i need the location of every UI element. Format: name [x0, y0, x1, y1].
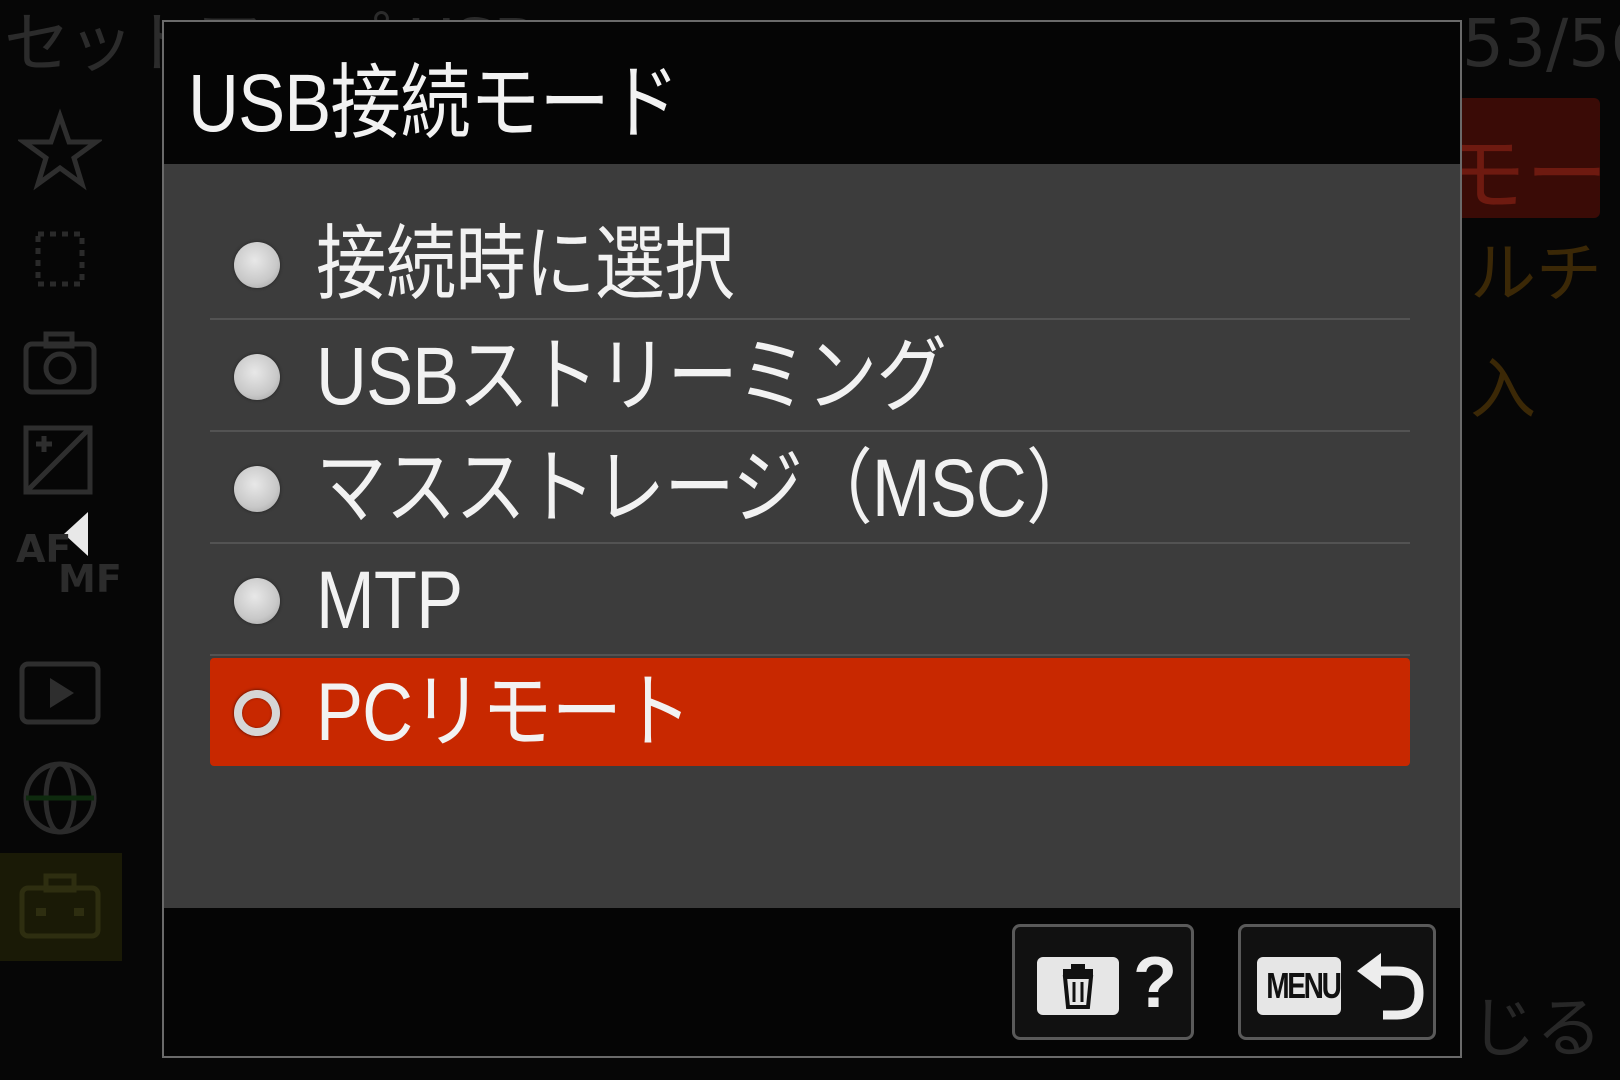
options-list: 接続時に選択 USBストリーミング マスストレージ（MSC） MTP PCリモー	[164, 164, 1460, 908]
camera-screen: セットアップ USB 53/56 モート ルチ 入 じる AFMF USB接続モ…	[0, 0, 1620, 1080]
option-mtp[interactable]: MTP	[210, 546, 1410, 656]
camera-icon	[18, 322, 102, 406]
network-globe-icon	[18, 756, 102, 840]
shooting-mode-icon	[18, 214, 102, 298]
background-page-indicator: 53/56	[1462, 5, 1620, 82]
divider	[210, 654, 1410, 656]
help-label: ?	[1133, 943, 1177, 1023]
help-button[interactable]: ?	[1012, 924, 1194, 1040]
option-label: USBストリーミング	[316, 331, 947, 422]
radio-button-icon[interactable]	[234, 578, 280, 624]
radio-button-icon[interactable]	[234, 242, 280, 288]
option-label: PCリモート	[316, 667, 692, 758]
option-label: 接続時に選択	[316, 219, 735, 310]
dialog-title: USB接続モード	[188, 58, 680, 149]
divider	[210, 430, 1410, 432]
divider	[210, 318, 1410, 320]
radio-button-icon[interactable]	[234, 466, 280, 512]
menu-label: MENU	[1266, 965, 1341, 1006]
option-pc-remote[interactable]: PCリモート	[210, 658, 1410, 766]
usb-connection-mode-dialog: USB接続モード 接続時に選択 USBストリーミング マスストレージ（MSC） …	[162, 20, 1462, 1058]
option-usb-streaming[interactable]: USBストリーミング	[210, 322, 1410, 432]
toolbox-icon	[18, 864, 102, 948]
exposure-icon	[18, 420, 102, 504]
star-icon	[16, 108, 104, 192]
background-close-hint: じる	[1470, 990, 1602, 1067]
radio-button-icon[interactable]	[234, 354, 280, 400]
radio-button-selected-icon[interactable]	[234, 690, 280, 736]
option-mass-storage[interactable]: マスストレージ（MSC）	[210, 434, 1410, 544]
background-menu-item: ルチ	[1470, 235, 1602, 312]
menu-back-button[interactable]: MENU	[1238, 924, 1436, 1040]
background-menu-item: 入	[1470, 351, 1536, 428]
option-label: MTP	[316, 555, 463, 646]
background-highlighted-item-label: モート	[1444, 128, 1600, 218]
option-select-on-connection[interactable]: 接続時に選択	[210, 210, 1410, 320]
option-label: マスストレージ（MSC）	[316, 443, 1097, 534]
af-mf-icon: AF MF	[16, 527, 122, 601]
divider	[210, 542, 1410, 544]
menu-key-icon: MENU	[1257, 957, 1341, 1015]
trash-icon	[1037, 957, 1119, 1015]
return-arrow-icon	[1353, 947, 1427, 1025]
playback-icon	[18, 652, 102, 736]
